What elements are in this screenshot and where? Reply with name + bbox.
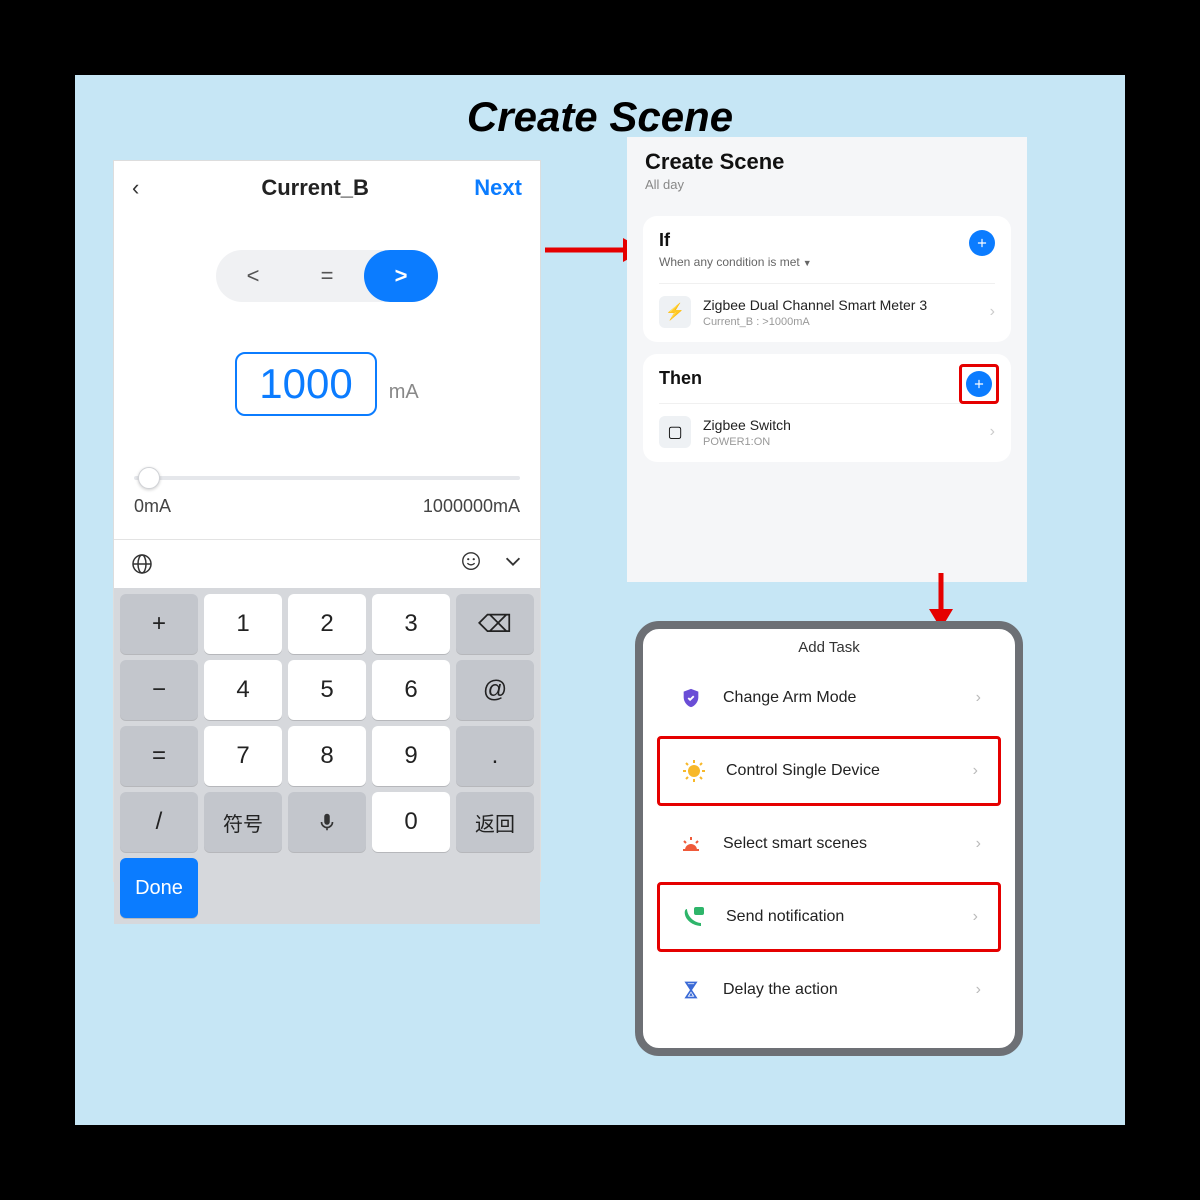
key-9[interactable]: 9 xyxy=(372,726,450,786)
chevron-right-icon: › xyxy=(973,908,978,926)
task-label: Send notification xyxy=(726,908,973,926)
key-mic[interactable] xyxy=(288,792,366,852)
add-action-button[interactable] xyxy=(966,371,992,397)
switch-icon: ▢ xyxy=(659,416,691,448)
value-slider[interactable] xyxy=(134,476,520,480)
greater-than-option[interactable]: > xyxy=(364,250,438,302)
key-done[interactable]: Done xyxy=(120,858,198,918)
slider-thumb[interactable] xyxy=(138,467,160,489)
comparison-operator-selector: < = > xyxy=(216,250,438,302)
min-label: 0mA xyxy=(134,496,171,517)
key-1[interactable]: 1 xyxy=(204,594,282,654)
task-control-device[interactable]: Control Single Device › xyxy=(657,736,1001,806)
key-plus[interactable]: + xyxy=(120,594,198,654)
max-label: 1000000mA xyxy=(423,496,520,517)
keyboard-collapse-icon[interactable] xyxy=(502,550,524,578)
action-device-state: POWER1:ON xyxy=(703,436,990,448)
key-3[interactable]: 3 xyxy=(372,594,450,654)
key-dot[interactable]: . xyxy=(456,726,534,786)
action-device-name: Zigbee Switch xyxy=(703,416,990,434)
chevron-right-icon: › xyxy=(976,981,981,999)
key-8[interactable]: 8 xyxy=(288,726,366,786)
condition-dropdown[interactable]: When any condition is met▼ xyxy=(659,255,995,269)
if-label: If xyxy=(659,230,995,251)
task-select-scenes[interactable]: Select smart scenes › xyxy=(657,812,1001,876)
key-equal[interactable]: = xyxy=(120,726,198,786)
chevron-right-icon: › xyxy=(973,762,978,780)
key-minus[interactable]: − xyxy=(120,660,198,720)
page-title: Create Scene xyxy=(75,93,1125,141)
add-task-sheet: Add Task Change Arm Mode › Control Singl… xyxy=(635,621,1023,1056)
task-label: Select smart scenes xyxy=(723,835,976,853)
less-than-option[interactable]: < xyxy=(216,250,290,302)
create-scene-panel: Create Scene All day If When any conditi… xyxy=(627,137,1027,582)
task-delay-action[interactable]: Delay the action › xyxy=(657,958,1001,1022)
key-0[interactable]: 0 xyxy=(372,792,450,852)
task-label: Delay the action xyxy=(723,981,976,999)
task-label: Change Arm Mode xyxy=(723,689,976,707)
device-icon: ⚡ xyxy=(659,296,691,328)
shield-icon xyxy=(677,684,705,712)
screen-title: Current_B xyxy=(261,175,369,201)
then-label: Then xyxy=(659,368,995,389)
key-4[interactable]: 4 xyxy=(204,660,282,720)
key-6[interactable]: 6 xyxy=(372,660,450,720)
current-b-screen: ‹ Current_B Next < = > 1000 mA 0mA 10000… xyxy=(113,160,541,882)
condition-device-row[interactable]: ⚡ Zigbee Dual Channel Smart Meter 3 Curr… xyxy=(659,283,995,328)
phone-message-icon xyxy=(680,903,708,931)
task-change-arm-mode[interactable]: Change Arm Mode › xyxy=(657,666,1001,730)
next-button[interactable]: Next xyxy=(474,175,522,201)
bulb-icon xyxy=(680,757,708,785)
task-send-notification[interactable]: Send notification › xyxy=(657,882,1001,952)
scene-title: Create Scene xyxy=(645,149,1009,175)
back-button[interactable]: ‹ xyxy=(132,175,156,201)
sunrise-icon xyxy=(677,830,705,858)
value-input[interactable]: 1000 xyxy=(235,352,376,416)
unit-label: mA xyxy=(389,381,419,404)
then-card: Then ▢ Zigbee Switch POWER1:ON › xyxy=(643,354,1011,462)
key-at[interactable]: @ xyxy=(456,660,534,720)
device-name: Zigbee Dual Channel Smart Meter 3 xyxy=(703,296,990,314)
key-5[interactable]: 5 xyxy=(288,660,366,720)
add-condition-button[interactable] xyxy=(969,230,995,256)
chevron-right-icon: › xyxy=(976,835,981,853)
sheet-title: Add Task xyxy=(643,639,1015,656)
key-7[interactable]: 7 xyxy=(204,726,282,786)
equal-option[interactable]: = xyxy=(290,250,364,302)
chevron-right-icon: › xyxy=(990,303,995,321)
key-return-cn[interactable]: 返回 xyxy=(456,792,534,852)
numeric-keyboard: + 1 2 3 ⌫ − 4 5 6 @ = 7 8 9 . / 符号 0 返回 … xyxy=(114,588,540,924)
device-condition: Current_B : >1000mA xyxy=(703,316,990,328)
key-backspace[interactable]: ⌫ xyxy=(456,594,534,654)
scene-subtitle: All day xyxy=(645,177,1009,192)
key-symbol-cn[interactable]: 符号 xyxy=(204,792,282,852)
hourglass-icon xyxy=(677,976,705,1004)
chevron-right-icon: › xyxy=(990,423,995,441)
key-2[interactable]: 2 xyxy=(288,594,366,654)
emoji-icon[interactable] xyxy=(460,550,482,578)
action-device-row[interactable]: ▢ Zigbee Switch POWER1:ON › xyxy=(659,403,995,448)
if-card: If When any condition is met▼ ⚡ Zigbee D… xyxy=(643,216,1011,342)
chevron-right-icon: › xyxy=(976,689,981,707)
task-label: Control Single Device xyxy=(726,762,973,780)
keyboard-globe-icon[interactable] xyxy=(130,552,154,576)
key-slash[interactable]: / xyxy=(120,792,198,852)
